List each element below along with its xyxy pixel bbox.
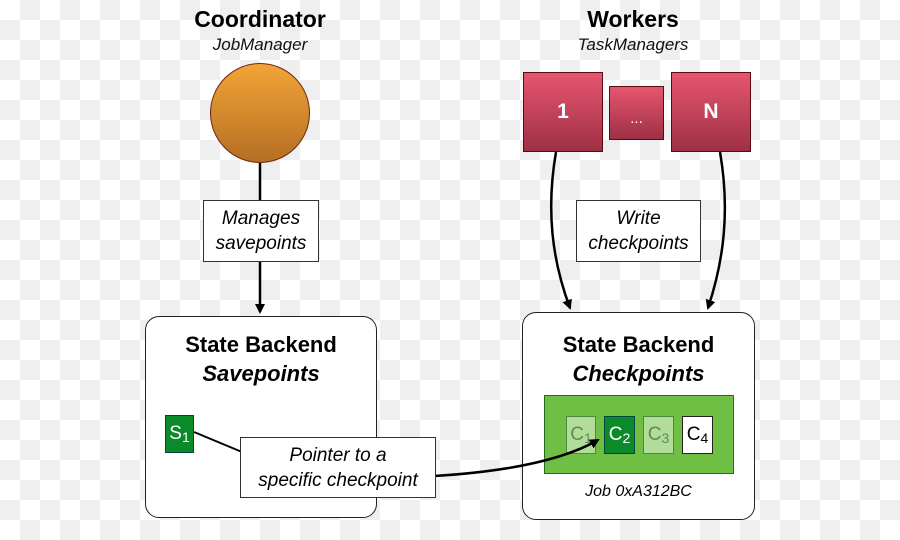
write-arrow-1 bbox=[549, 151, 572, 310]
connector-layer bbox=[193, 151, 727, 478]
label-line: savepoints bbox=[215, 233, 307, 254]
label-line: Write bbox=[616, 208, 661, 229]
write-arrow-n bbox=[705, 151, 727, 310]
pointer-label: Pointer to a specific checkpoint bbox=[240, 437, 436, 498]
pointer-line bbox=[193, 431, 243, 453]
pointer-arrow bbox=[433, 438, 600, 478]
label-line: Manages bbox=[221, 208, 301, 229]
label-line: specific checkpoint bbox=[258, 469, 418, 491]
write-checkpoints-label: Write checkpoints bbox=[576, 200, 701, 262]
label-line: checkpoints bbox=[588, 233, 689, 254]
manages-savepoints-label: Manages savepoints bbox=[203, 200, 319, 262]
label-line: Pointer to a bbox=[289, 444, 387, 466]
